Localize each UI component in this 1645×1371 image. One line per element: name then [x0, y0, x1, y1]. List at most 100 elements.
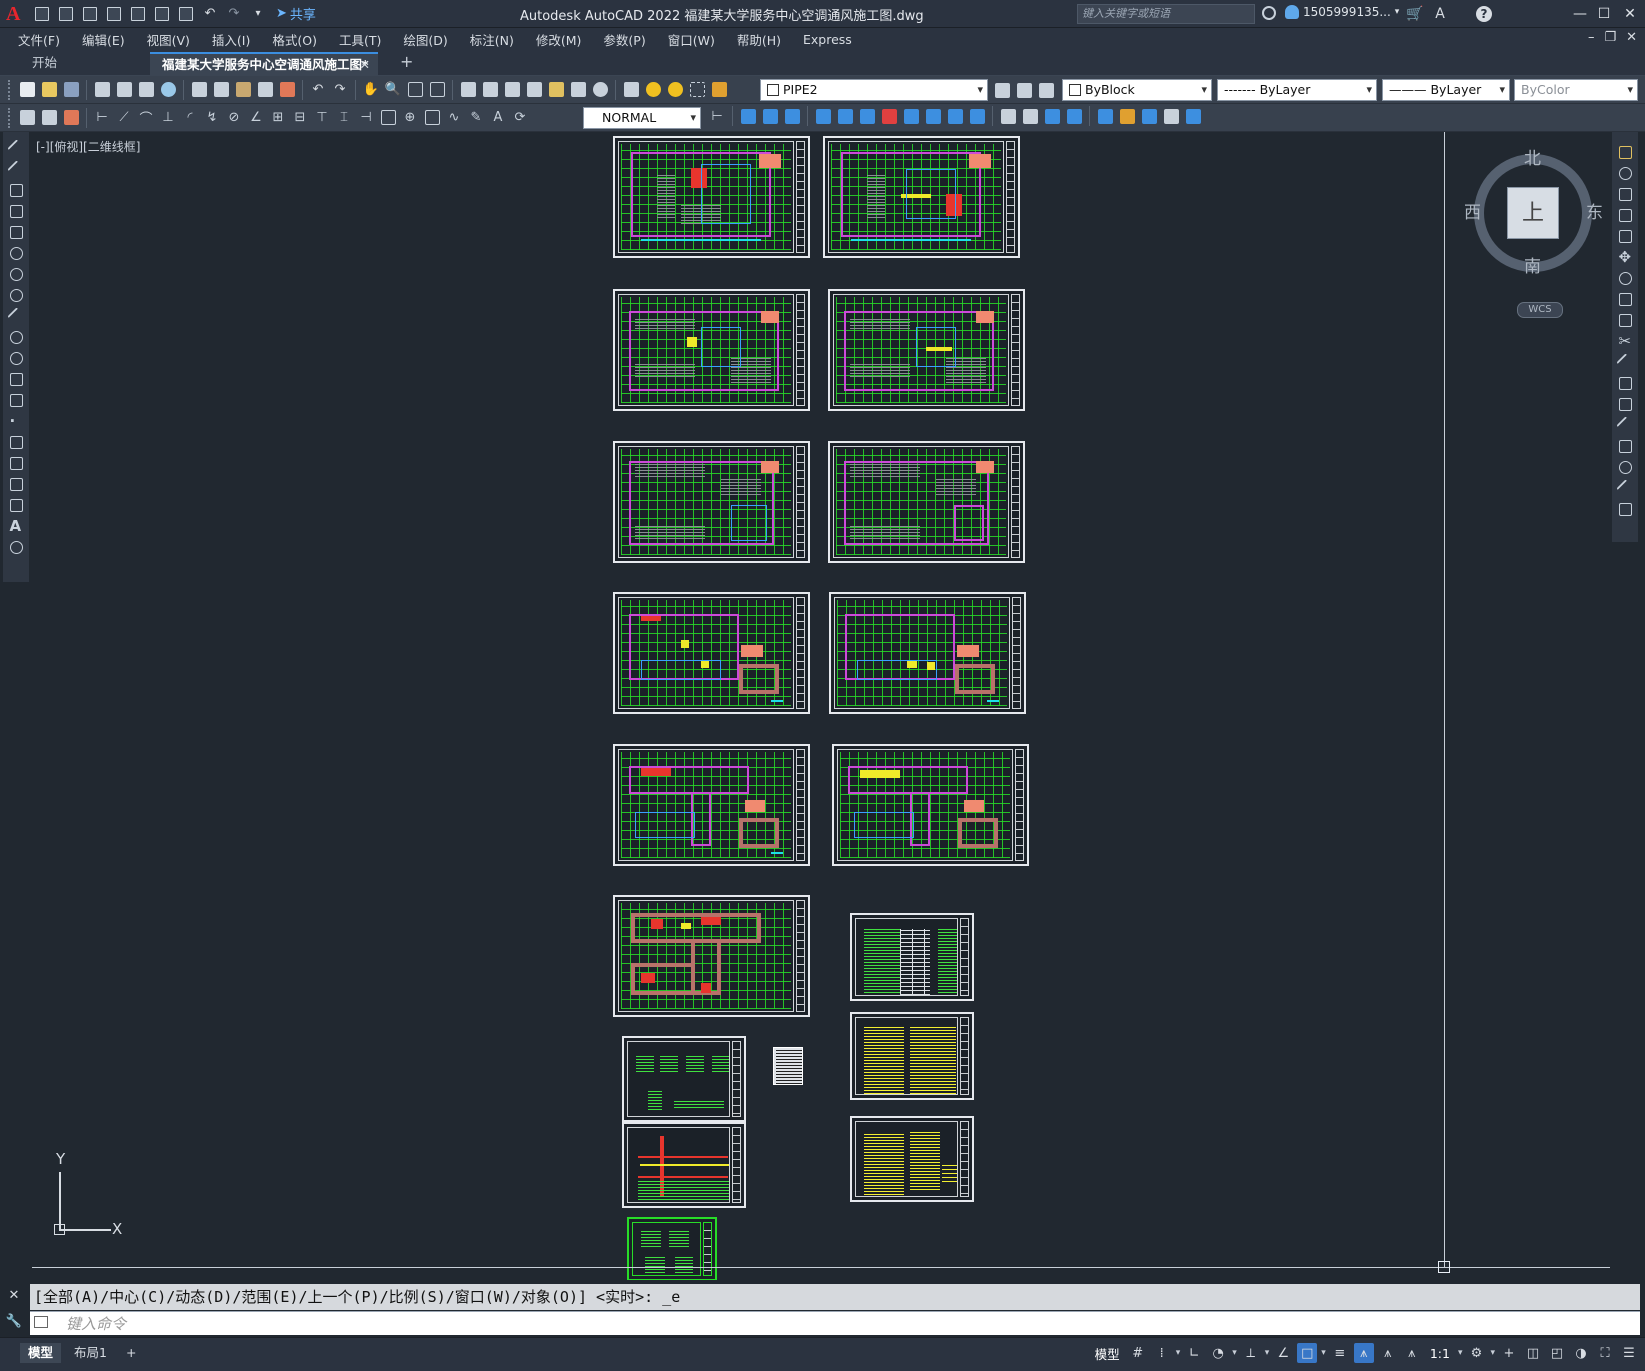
lineweight-dropdown[interactable]: ——— ByLayer [1382, 79, 1510, 101]
layer-properties-icon[interactable] [621, 80, 641, 100]
publish-icon[interactable] [136, 80, 156, 100]
compass-south[interactable]: 南 [1524, 252, 1541, 277]
plotstyle-dropdown[interactable]: ByColor [1514, 79, 1638, 101]
tolerance-icon[interactable] [378, 108, 398, 128]
cut-icon[interactable] [189, 80, 209, 100]
drawing-sheet-notes-2[interactable] [850, 1116, 974, 1202]
drawing-sheet-9[interactable] [613, 744, 810, 866]
properties-icon[interactable] [458, 80, 478, 100]
dim-break-icon[interactable]: ⊣ [356, 108, 376, 128]
chevron-down-icon[interactable]: ▾ [1458, 1348, 1463, 1358]
jogged-dim-icon[interactable]: ↯ [202, 108, 222, 128]
linear-dim-icon[interactable]: ⊢ [92, 108, 112, 128]
new-icon[interactable] [17, 80, 37, 100]
plot-icon[interactable] [176, 4, 196, 24]
save-icon[interactable] [80, 4, 100, 24]
save-as-icon[interactable] [104, 4, 124, 24]
center-mark-icon[interactable]: ⊕ [400, 108, 420, 128]
chevron-down-icon[interactable]: ▾ [1321, 1348, 1326, 1358]
drawing-sheet-7[interactable] [613, 592, 810, 714]
join-icon[interactable] [1615, 416, 1635, 435]
baseline-dim-icon[interactable]: ⊟ [290, 108, 310, 128]
radius-dim-icon[interactable]: ◜ [180, 108, 200, 128]
orbit-icon[interactable] [1183, 106, 1203, 126]
drawing-sheet-6[interactable] [828, 441, 1025, 563]
array-icon[interactable] [1616, 228, 1634, 246]
slice-icon[interactable] [923, 106, 943, 126]
lineweight-icon[interactable]: ≡ [1330, 1343, 1350, 1363]
snap-icon[interactable]: ⁞ [1152, 1343, 1172, 1363]
menu-tools[interactable]: 工具(T) [328, 30, 392, 49]
doc-minimize-button[interactable]: – [1588, 30, 1595, 45]
close-icon[interactable]: ✕ [360, 54, 370, 76]
dim-update-icon[interactable]: ⟳ [510, 108, 530, 128]
autodesk-app-icon[interactable]: A [1432, 6, 1448, 22]
walk-icon[interactable] [1139, 106, 1159, 126]
compass-north[interactable]: 北 [1524, 144, 1541, 169]
table-icon[interactable] [39, 108, 59, 128]
dim-style-dropdown[interactable]: NORMAL [583, 107, 701, 129]
design-center-icon[interactable] [480, 80, 500, 100]
toolbar-grip[interactable] [8, 107, 12, 128]
annotation-scale-value[interactable]: 1:1 [1426, 1346, 1454, 1361]
make-block-icon[interactable] [7, 392, 25, 410]
isolate-objects-icon[interactable]: ◑ [1571, 1343, 1591, 1363]
command-window-close-icon[interactable]: ✕ [4, 1286, 24, 1306]
match-properties-icon[interactable] [255, 80, 275, 100]
rotate-icon[interactable] [1616, 270, 1634, 288]
undo-icon[interactable]: ↶ [200, 4, 220, 24]
annotation-visibility-icon[interactable]: ⩚ [1353, 1343, 1374, 1363]
viewport-controls-label[interactable]: [-][俯视][二维线框] [36, 138, 140, 155]
object-snap-tracking-icon[interactable]: ∠ [1273, 1343, 1293, 1363]
viewcube-top-face[interactable]: 上 [1507, 187, 1559, 239]
offset-icon[interactable] [1616, 207, 1634, 225]
web-save-icon[interactable] [152, 4, 172, 24]
revision-cloud-icon[interactable] [7, 287, 25, 305]
wcs-menu-button[interactable]: WCS [1517, 302, 1563, 318]
auto-scale-icon[interactable]: ⩚ [1378, 1343, 1398, 1363]
workspace-gear-icon[interactable]: ⚙ [1466, 1343, 1486, 1363]
dim-style-icon[interactable]: ⊢ [707, 106, 727, 126]
tab-model[interactable]: 模型 [20, 1343, 62, 1363]
layer-vp-icon[interactable] [687, 80, 707, 100]
plot-preview-icon[interactable] [114, 80, 134, 100]
copy-icon[interactable] [211, 80, 231, 100]
dim-edit-icon[interactable]: ✎ [466, 108, 486, 128]
object-snap-icon[interactable]: □ [1297, 1343, 1318, 1363]
copy-object-icon[interactable] [1616, 165, 1634, 183]
quick-dim-icon[interactable]: ⊞ [268, 108, 288, 128]
new-file-icon[interactable] [32, 4, 52, 24]
menu-file[interactable]: 文件(F) [0, 30, 71, 49]
zoom-realtime-icon[interactable]: 🔍 [383, 80, 403, 100]
model-space-toggle[interactable]: 模型 [1091, 1344, 1124, 1363]
menu-edit[interactable]: 编辑(E) [71, 30, 136, 49]
doc-close-button[interactable]: ✕ [1626, 30, 1637, 45]
drawing-sheet-1[interactable] [613, 136, 810, 258]
circle-icon[interactable] [7, 266, 25, 284]
stretch-icon[interactable] [1616, 312, 1634, 330]
erase-icon[interactable] [1616, 144, 1634, 162]
drawing-small-note[interactable] [773, 1047, 803, 1085]
isodraft-icon[interactable]: ⟂ [1241, 1343, 1261, 1363]
open-icon[interactable] [39, 80, 59, 100]
insert-block-icon[interactable] [7, 371, 25, 389]
tool-palettes-icon[interactable] [502, 80, 522, 100]
menu-format[interactable]: 格式(O) [261, 30, 328, 49]
user-account-button[interactable]: 1505999135... ▾ [1285, 5, 1399, 19]
recent-commands-icon[interactable] [34, 1316, 48, 1328]
tab-start[interactable]: 开始 [20, 52, 140, 76]
chevron-down-icon[interactable]: ▾ [1176, 1348, 1181, 1358]
materials-icon[interactable] [1042, 106, 1062, 126]
zoom-previous-icon[interactable] [427, 80, 447, 100]
3d-print-icon[interactable] [158, 80, 178, 100]
maximize-button[interactable]: ☐ [1592, 4, 1616, 24]
drawing-sheet-legend-table[interactable] [850, 913, 974, 1001]
inspection-icon[interactable] [422, 108, 442, 128]
drawing-sheet-8[interactable] [829, 592, 1026, 714]
block-editor-icon[interactable] [277, 80, 297, 100]
command-input[interactable]: 键入命令 [30, 1311, 1640, 1335]
layer-dropdown[interactable]: PIPE2 [760, 79, 988, 101]
add-selected-icon[interactable] [7, 539, 25, 557]
solid-wedge-icon[interactable] [760, 106, 780, 126]
lights-icon[interactable] [1064, 106, 1084, 126]
